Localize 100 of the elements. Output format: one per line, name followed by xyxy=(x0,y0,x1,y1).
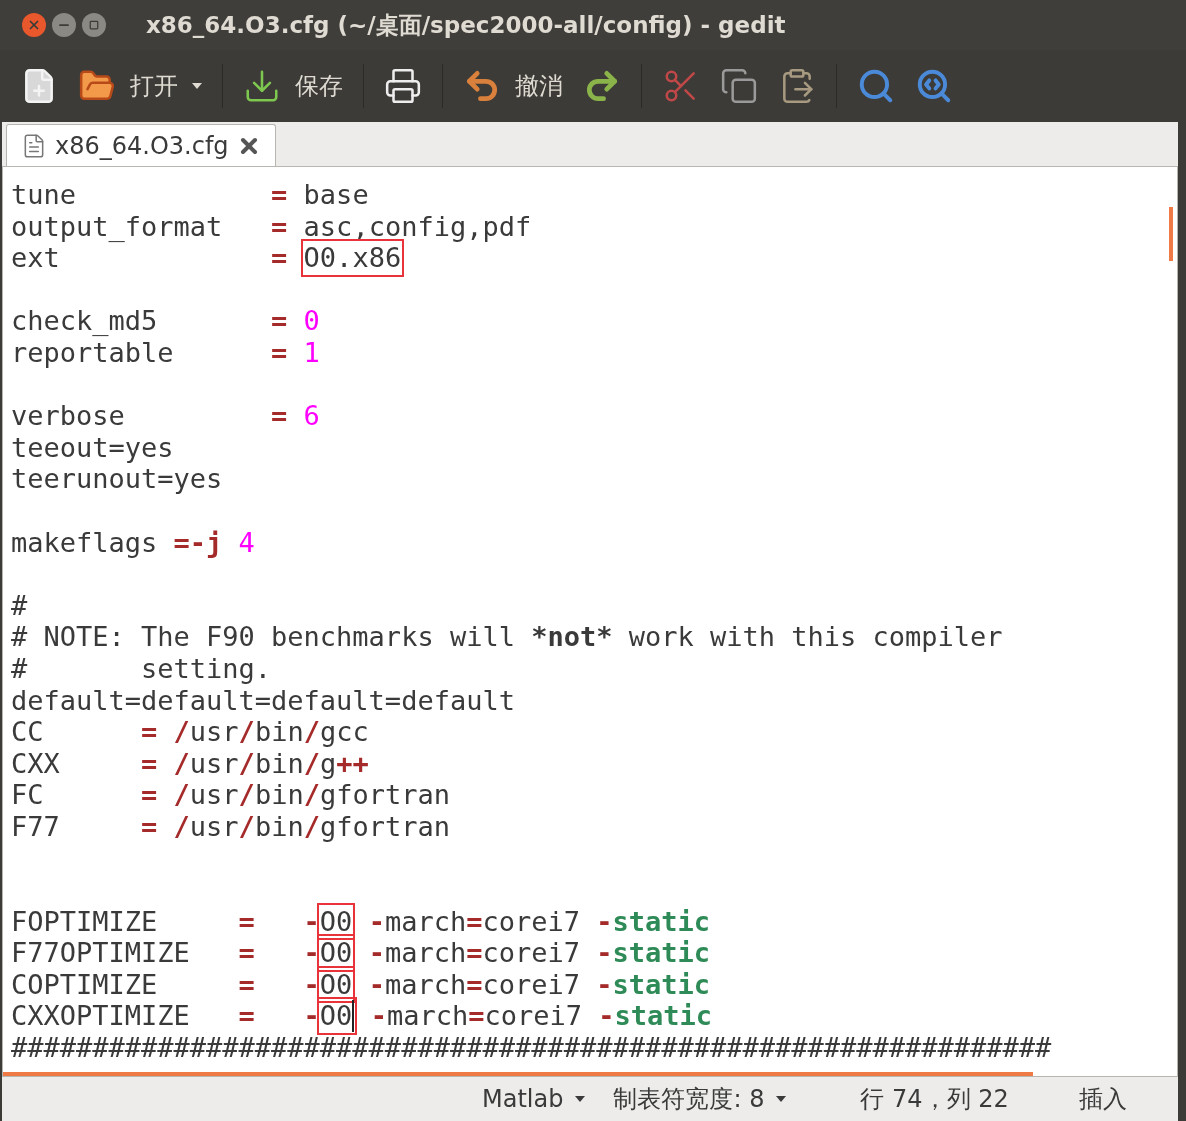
code-token: work with this compiler xyxy=(627,621,1003,653)
code-token: bin xyxy=(254,747,304,780)
window-title: x86_64.O3.cfg (~/桌面/spec2000-all/config) - gedit xyxy=(146,10,786,40)
code-token: static xyxy=(614,1000,713,1033)
code-token: = - xyxy=(238,937,320,969)
code-token: CXXOPTIMIZE xyxy=(11,1000,191,1033)
code-token: static xyxy=(612,905,711,938)
search-icon[interactable] xyxy=(857,67,895,105)
code-token: corei7 xyxy=(482,968,581,1001)
code-token: / xyxy=(303,716,320,748)
toolbar-label[interactable]: 保存 xyxy=(295,68,343,104)
code-token: / xyxy=(238,810,255,843)
toolbar-label[interactable]: 撤消 xyxy=(515,68,563,104)
code-token: / xyxy=(238,747,255,780)
code-token: FOPTIMIZE xyxy=(11,905,159,938)
code-token: = xyxy=(466,905,483,938)
code-token: / xyxy=(238,779,255,811)
code-token: teeout=yes xyxy=(11,431,174,464)
code-token: = / xyxy=(141,716,190,748)
code-token: = xyxy=(271,305,289,337)
code-token: - xyxy=(596,937,613,969)
code-token: = - xyxy=(238,905,320,938)
code-token: = xyxy=(271,242,289,274)
code-token: base xyxy=(303,179,369,211)
code-token: 1 xyxy=(303,336,320,369)
code-token: = xyxy=(466,937,483,969)
code-token: / xyxy=(238,716,255,748)
code-token: corei7 xyxy=(484,1000,583,1033)
code-token: corei7 xyxy=(482,905,581,938)
dropdown-caret-icon xyxy=(776,1095,787,1103)
code-token: gfortran xyxy=(319,779,450,811)
code-token: = xyxy=(271,336,289,369)
code-token: = xyxy=(271,179,289,211)
code-token: march xyxy=(386,1000,469,1033)
code-token: 6 xyxy=(303,400,320,432)
code-token: makeflags xyxy=(11,526,159,559)
code-token: 0 xyxy=(303,305,320,337)
code-token: COPTIMIZE xyxy=(11,968,159,1001)
code-token: F77 xyxy=(11,810,61,843)
code-token: # setting. xyxy=(11,652,272,685)
code-token: = xyxy=(271,210,289,243)
code-token: verbose xyxy=(11,400,126,432)
code-token: output_format xyxy=(11,210,224,243)
code-token: = / xyxy=(141,810,190,843)
code-token: # xyxy=(11,589,28,622)
code-token: = / xyxy=(141,779,190,811)
document-tab[interactable]: x86_64.O3.cfg xyxy=(6,124,276,166)
insert-mode: 插入 xyxy=(1078,1084,1127,1115)
code-token: = xyxy=(466,968,483,1001)
dropdown-caret-icon xyxy=(575,1095,586,1103)
code-token: g xyxy=(319,747,337,780)
code-token: teerunout=yes xyxy=(11,463,223,495)
code-token: # NOTE: The F90 benchmarks will xyxy=(11,621,516,653)
copy-icon[interactable] xyxy=(720,67,758,105)
minimize-button[interactable] xyxy=(52,13,76,37)
code-token: static xyxy=(612,937,711,969)
code-token: march xyxy=(384,968,467,1001)
code-token: tune xyxy=(11,179,78,211)
code-token: F77OPTIMIZE xyxy=(11,937,191,969)
find-replace-icon[interactable] xyxy=(915,67,953,105)
code-token: CC xyxy=(11,716,45,748)
code-token: corei7 xyxy=(482,937,581,969)
code-token: O0 xyxy=(319,968,353,1001)
code-token: default=default=default=default xyxy=(11,684,515,717)
code-token: bin xyxy=(254,716,304,748)
cursor-position: 行 74，列 22 xyxy=(860,1084,1009,1115)
language-selector[interactable]: Matlab xyxy=(482,1081,564,1117)
code-token: ext xyxy=(11,242,61,274)
code-token: FC xyxy=(11,779,45,811)
code-token: =-j xyxy=(173,526,224,559)
code-token: O0 xyxy=(319,1000,355,1033)
code-token: - xyxy=(596,968,613,1001)
code-token: usr xyxy=(189,716,239,748)
code-token: asc,config,pdf xyxy=(303,210,532,243)
printer-icon[interactable] xyxy=(384,67,422,105)
tab-width-selector[interactable]: 制表符宽度: 8 xyxy=(613,1081,765,1117)
code-token: = xyxy=(271,400,289,432)
code-token: / xyxy=(303,747,320,780)
close-button[interactable] xyxy=(22,13,46,37)
code-token: march xyxy=(384,937,467,969)
code-token: / xyxy=(303,779,320,811)
code-token: usr xyxy=(189,747,239,780)
maximize-button[interactable] xyxy=(82,13,106,37)
code-token: march xyxy=(384,905,467,938)
code-token: - xyxy=(596,905,613,938)
code-token: - xyxy=(369,1000,387,1033)
code-token: O0 xyxy=(319,905,353,938)
toolbar-label[interactable]: 打开 xyxy=(130,68,178,104)
code-token: O0.x86 xyxy=(303,242,402,274)
code-token: = - xyxy=(238,1000,320,1033)
code-token: check_md5 xyxy=(11,305,159,337)
code-token: O0 xyxy=(319,937,353,969)
code-token: *not* xyxy=(531,621,613,653)
code-token: bin xyxy=(254,779,304,811)
code-token: gcc xyxy=(319,716,369,748)
code-token: static xyxy=(612,968,711,1001)
code-token: - xyxy=(367,937,385,969)
code-token: ++ xyxy=(336,747,369,780)
code-token: gfortran xyxy=(319,810,450,843)
square-icon xyxy=(89,20,99,30)
